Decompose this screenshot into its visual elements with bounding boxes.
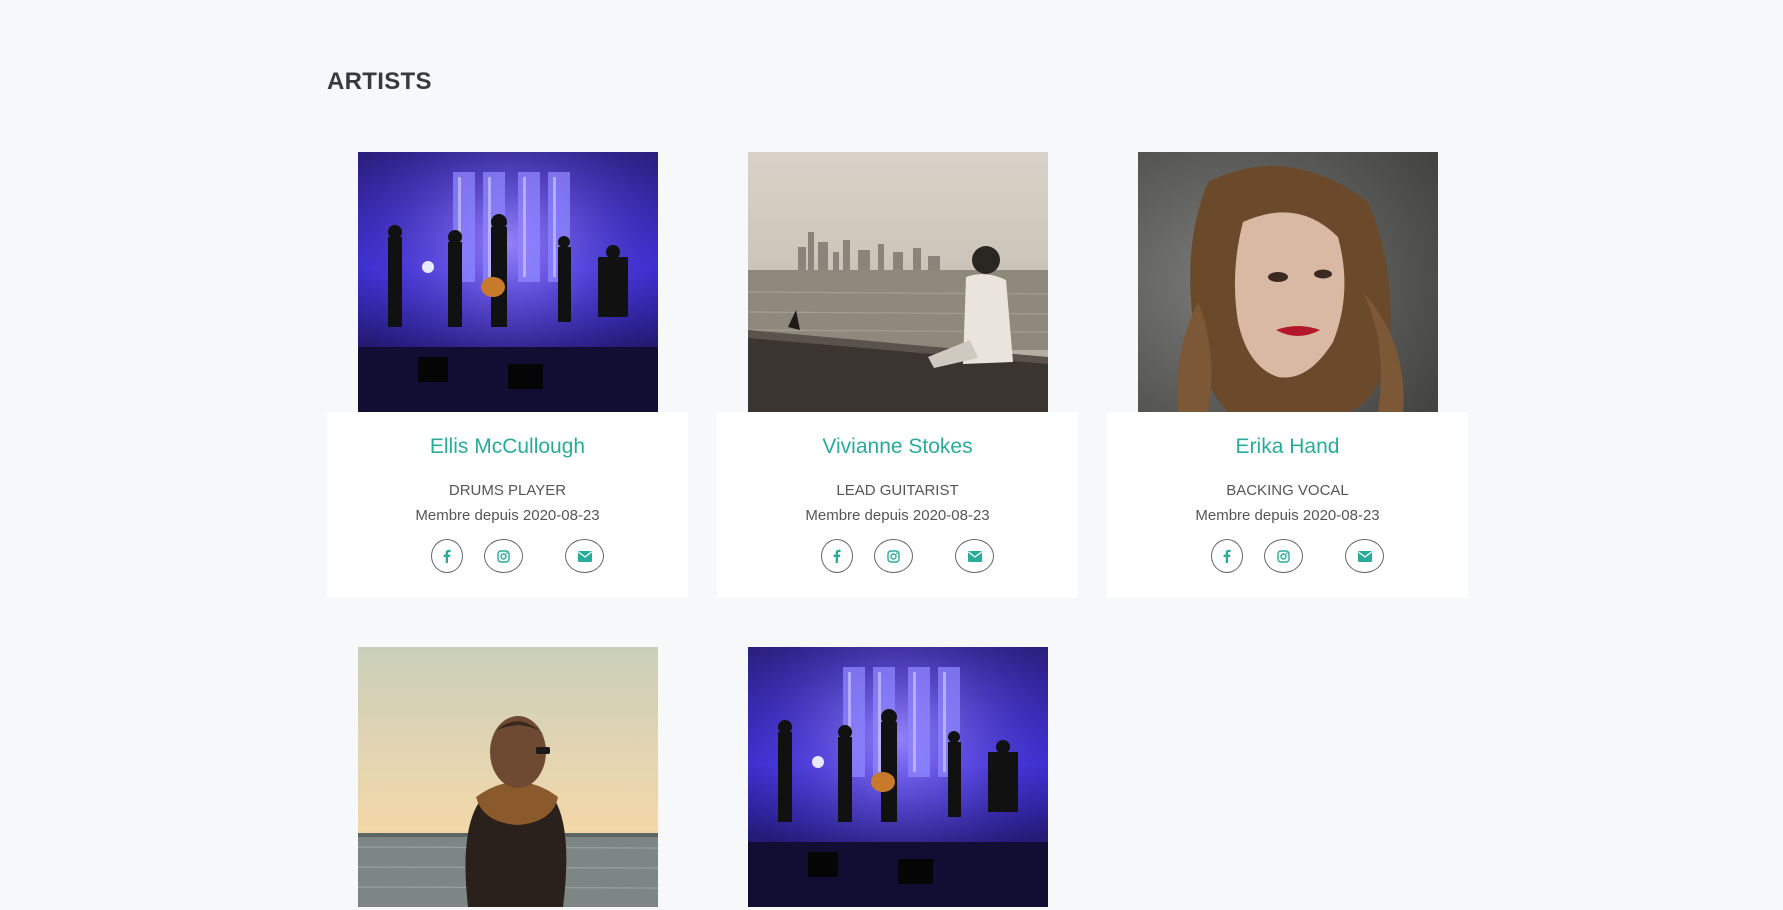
envelope-icon[interactable] [1345, 539, 1384, 573]
social-links [717, 539, 1078, 573]
facebook-icon[interactable] [1211, 539, 1243, 573]
artist-role: LEAD GUITARIST [836, 482, 959, 499]
instagram-icon[interactable] [484, 539, 523, 573]
instagram-icon[interactable] [874, 539, 913, 573]
page-title: ARTISTS [327, 68, 432, 95]
artist-role: BACKING VOCAL [1226, 482, 1349, 499]
instagram-icon[interactable] [1264, 539, 1303, 573]
artist-photo[interactable] [748, 647, 1048, 907]
artist-member-since: Membre depuis 2020-08-23 [805, 507, 990, 524]
artist-info: Erika Hand BACKING VOCAL Membre depuis 2… [1107, 412, 1468, 598]
artist-info: Ellis McCullough DRUMS PLAYER Membre dep… [327, 412, 688, 598]
social-links [327, 539, 688, 573]
artist-info: Vivianne Stokes LEAD GUITARIST Membre de… [717, 412, 1078, 598]
artist-member-since: Membre depuis 2020-08-23 [1195, 507, 1380, 524]
artist-name[interactable]: Vivianne Stokes [717, 435, 1078, 459]
artist-photo[interactable] [358, 647, 658, 907]
envelope-icon[interactable] [565, 539, 604, 573]
artist-photo[interactable] [748, 152, 1048, 412]
social-links [1107, 539, 1468, 573]
artist-name[interactable]: Erika Hand [1107, 435, 1468, 459]
artist-photo[interactable] [358, 152, 658, 412]
envelope-icon[interactable] [955, 539, 994, 573]
facebook-icon[interactable] [821, 539, 853, 573]
artist-role: DRUMS PLAYER [448, 482, 567, 499]
facebook-icon[interactable] [431, 539, 463, 573]
artist-name[interactable]: Ellis McCullough [327, 435, 688, 459]
artist-member-since: Membre depuis 2020-08-23 [415, 507, 600, 524]
artist-photo[interactable] [1138, 152, 1438, 412]
